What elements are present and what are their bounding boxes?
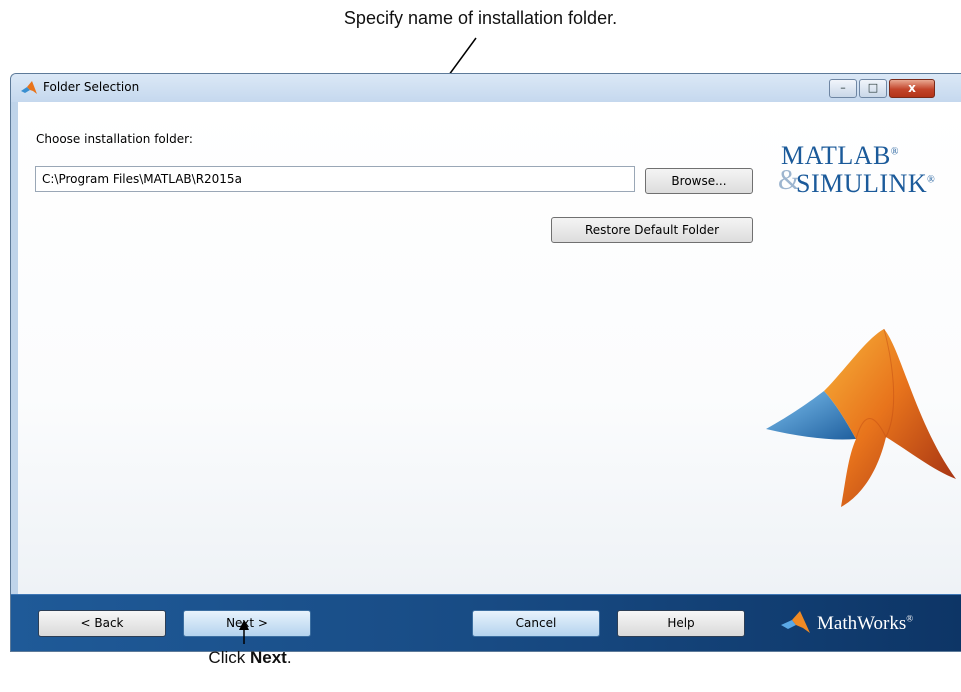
window-title: Folder Selection	[43, 80, 140, 94]
matlab-membrane-logo	[766, 329, 956, 507]
maximize-button[interactable]: □	[859, 79, 887, 98]
maximize-icon: □	[867, 81, 879, 94]
cancel-button[interactable]: Cancel	[472, 610, 600, 637]
restore-default-folder-button[interactable]: Restore Default Folder	[551, 217, 753, 243]
mathworks-text: MathWorks®	[817, 613, 914, 634]
help-button[interactable]: Help	[617, 610, 745, 637]
choose-folder-label: Choose installation folder:	[36, 132, 193, 146]
folder-path-input[interactable]	[35, 166, 635, 192]
top-annotation: Specify name of installation folder.	[343, 8, 618, 28]
back-button[interactable]: < Back	[38, 610, 166, 637]
close-icon: x	[908, 81, 916, 95]
bottom-annotation: Click Next.	[208, 648, 292, 667]
title-bar[interactable]: Folder Selection – □ x	[11, 74, 961, 102]
matlab-membrane-icon	[21, 81, 37, 94]
mathworks-membrane-icon	[781, 611, 810, 633]
minimize-icon: –	[840, 81, 846, 94]
next-button[interactable]: Next >	[183, 610, 311, 637]
logo-simulink-text: SIMULINK®	[796, 169, 936, 198]
folder-selection-window: Folder Selection – □ x Choose installati…	[10, 73, 961, 652]
minimize-button[interactable]: –	[829, 79, 857, 98]
close-button[interactable]: x	[889, 79, 935, 98]
browse-button[interactable]: Browse...	[645, 168, 753, 194]
footer-bar: < Back Next > Cancel Help MathWorks®	[11, 594, 961, 651]
bottom-annotation-bold: Next	[249, 648, 287, 667]
